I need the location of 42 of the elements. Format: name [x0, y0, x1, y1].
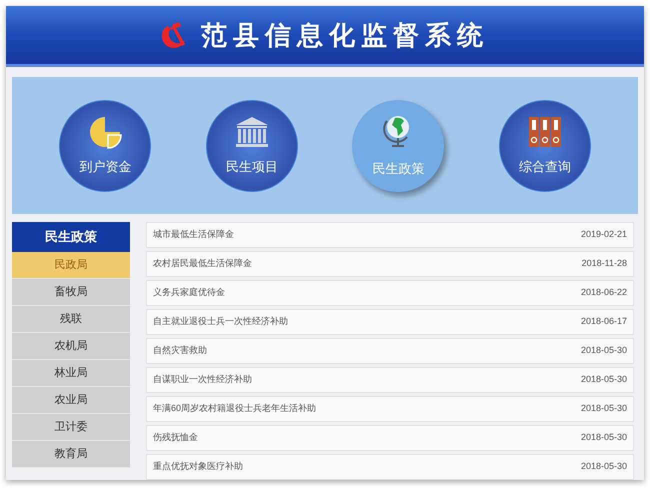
sidebar-item[interactable]: 畜牧局: [12, 279, 130, 306]
pie-chart-icon: [88, 114, 122, 149]
sidebar-item[interactable]: 教育局: [12, 441, 130, 468]
policy-title: 自然灾害救助: [153, 344, 207, 358]
policy-title: 自谋职业一次性经济补助: [153, 373, 252, 386]
sidebar-item[interactable]: 卫计委: [12, 414, 130, 441]
policy-date: 2018-05-30: [580, 460, 627, 474]
policy-date: 2018-05-30: [580, 344, 627, 358]
policy-date: 2018-06-22: [580, 286, 627, 300]
sidebar-item[interactable]: 农业局: [12, 387, 130, 414]
nav-circle-button[interactable]: 民生项目: [206, 100, 298, 192]
policy-list-row[interactable]: 义务兵家庭优待金 2018-06-22: [146, 280, 634, 306]
policy-list-row[interactable]: 伤残抚恤金 2018-05-30: [146, 425, 634, 451]
policy-list-row[interactable]: 自然灾害救助 2018-05-30: [146, 338, 634, 364]
policy-date: 2018-05-30: [580, 373, 627, 386]
sidebar-title: 民生政策: [12, 222, 130, 252]
nav-circle-button[interactable]: 到户资金: [59, 100, 152, 192]
sidebar-item[interactable]: 农机局: [12, 333, 130, 360]
policy-title: 年满60周岁农村籍退役士兵老年生活补助: [153, 402, 316, 416]
policy-list-row[interactable]: 城市最低生活保障金 2019-02-21: [146, 222, 634, 248]
policy-title: 城市最低生活保障金: [153, 228, 234, 242]
binders-icon: [528, 114, 562, 149]
policy-date: 2018-05-30: [580, 402, 627, 416]
policy-list-row[interactable]: 重点优抚对象医疗补助 2018-05-30: [146, 454, 634, 480]
policy-title: 重点优抚对象医疗补助: [153, 460, 243, 474]
policy-title: 义务兵家庭优待金: [153, 286, 225, 300]
nav-circle-button[interactable]: 综合查询: [498, 100, 591, 192]
policy-list-row[interactable]: 自谋职业一次性经济补助 2018-05-30: [146, 367, 634, 393]
sidebar-item[interactable]: 残联: [12, 306, 130, 333]
policy-date: 2018-06-17: [580, 315, 627, 328]
system-title: 范县信息化监督系统: [201, 18, 489, 52]
policy-title: 伤残抚恤金: [153, 431, 198, 444]
policy-date: 2018-05-30: [580, 431, 627, 444]
policy-list-row[interactable]: 农村居民最低生活保障金 2018-11-28: [146, 251, 634, 277]
policy-date: 2019-02-21: [580, 228, 627, 242]
policy-title: 农村居民最低生活保障金: [153, 257, 252, 270]
policy-date: 2018-11-28: [582, 257, 627, 270]
policy-title: 自主就业退役士兵一次性经济补助: [153, 315, 288, 328]
sidebar-item[interactable]: 林业局: [12, 360, 130, 387]
policy-list-row[interactable]: 年满60周岁农村籍退役士兵老年生活补助 2018-05-30: [146, 396, 634, 422]
bank-building-icon: [234, 114, 270, 149]
policy-list-row[interactable]: 自主就业退役士兵一次性经济补助 2018-06-17: [146, 309, 634, 335]
